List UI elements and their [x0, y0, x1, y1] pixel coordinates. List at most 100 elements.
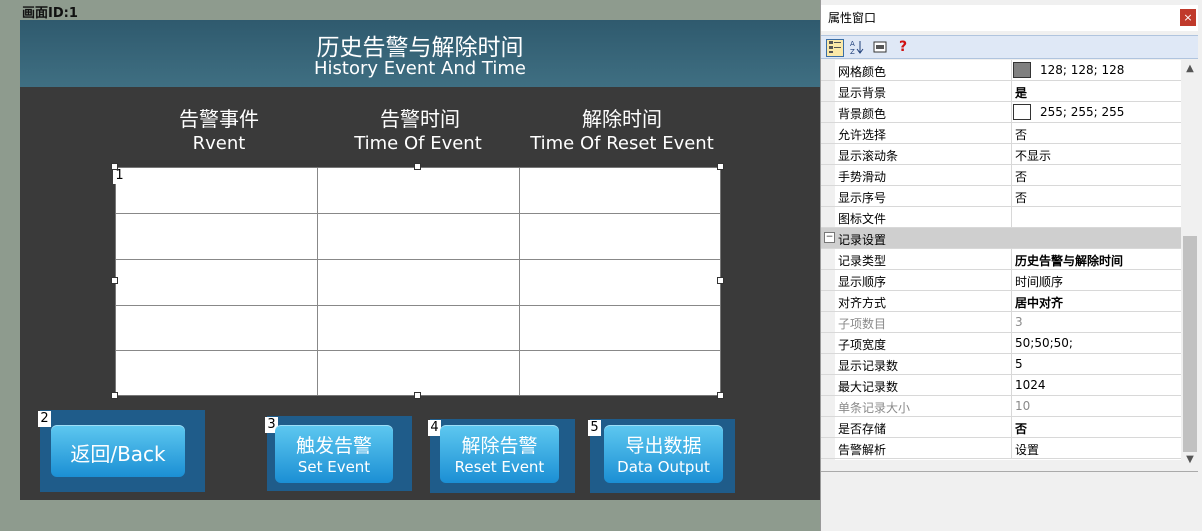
property-row-max-record-count[interactable]: 最大记录数 1024 [821, 375, 1181, 396]
resize-handle[interactable] [414, 392, 421, 399]
sort-alpha-icon[interactable]: AZ [849, 39, 865, 56]
property-row-show-scrollbar[interactable]: 显示滚动条 不显示 [821, 144, 1181, 165]
property-name: 图标文件 [838, 212, 887, 226]
property-name: 显示序号 [838, 191, 887, 205]
property-divider [1011, 291, 1012, 312]
property-divider [1011, 333, 1012, 354]
scroll-up-icon[interactable]: ▲ [1182, 61, 1198, 77]
table-column-divider [519, 168, 520, 395]
property-row-subitem-count[interactable]: 子项数目 3 [821, 312, 1181, 333]
resize-handle[interactable] [717, 392, 724, 399]
resize-handle[interactable] [111, 392, 118, 399]
property-row-display-order[interactable]: 显示顺序 时间顺序 [821, 270, 1181, 291]
property-pages-icon[interactable] [872, 39, 888, 55]
property-description-area [821, 471, 1198, 530]
property-row-alarm-parse[interactable]: 告警解析 设置 [821, 438, 1181, 459]
column-header-time-cn: 告警时间 [380, 107, 460, 131]
property-row-alignment[interactable]: 对齐方式 居中对齐 [821, 291, 1181, 312]
property-row-record-size[interactable]: 单条记录大小 10 [821, 396, 1181, 417]
column-header-time-en: Time Of Event [354, 133, 482, 154]
table-row-divider [116, 259, 720, 260]
property-name: 最大记录数 [838, 380, 899, 394]
property-value: 不显示 [1015, 149, 1052, 163]
property-value: 时间顺序 [1015, 275, 1064, 289]
property-name: 手势滑动 [838, 170, 887, 184]
property-value: 50;50;50; [1015, 336, 1073, 350]
property-row-background-color[interactable]: 背景颜色 255; 255; 255 [821, 102, 1181, 123]
property-divider [1011, 60, 1012, 81]
property-name: 显示滚动条 [838, 149, 899, 163]
property-row-show-index[interactable]: 显示序号 否 [821, 186, 1181, 207]
property-value: 设置 [1015, 443, 1040, 457]
color-swatch [1013, 104, 1031, 120]
back-button[interactable]: 返回/Back [51, 425, 185, 477]
category-label: 记录设置 [838, 233, 887, 247]
property-row-allow-select[interactable]: 允许选择 否 [821, 123, 1181, 144]
scrollbar-thumb[interactable] [1183, 236, 1197, 452]
property-row-icon-file[interactable]: 图标文件 [821, 207, 1181, 228]
resize-handle[interactable] [414, 163, 421, 170]
property-name: 记录类型 [838, 254, 887, 268]
collapse-icon[interactable]: − [824, 232, 835, 243]
screen-title-en: History Event And Time [314, 58, 526, 79]
scroll-down-icon[interactable]: ▼ [1182, 452, 1198, 468]
property-value: 128; 128; 128 [1040, 63, 1125, 77]
event-table[interactable] [115, 167, 721, 396]
property-row-display-record-count[interactable]: 显示记录数 5 [821, 354, 1181, 375]
property-name: 显示背景 [838, 86, 887, 100]
reset-event-label-en: Reset Event [454, 458, 545, 476]
property-row-show-background[interactable]: 显示背景 是 [821, 81, 1181, 102]
data-output-button[interactable]: 导出数据 Data Output [604, 425, 723, 483]
property-grid: 网格颜色 128; 128; 128 显示背景 是 背景颜色 255; 255;… [821, 60, 1181, 460]
property-divider [1011, 81, 1012, 102]
column-header-event-en: Rvent [192, 133, 246, 154]
categorized-icon[interactable] [826, 39, 844, 57]
property-row-subitem-width[interactable]: 子项宽度 50;50;50; [821, 333, 1181, 354]
property-row-save[interactable]: 是否存储 否 [821, 417, 1181, 438]
property-value: 居中对齐 [1015, 296, 1064, 310]
property-divider [1011, 312, 1012, 333]
resize-handle[interactable] [717, 163, 724, 170]
property-value: 1024 [1015, 378, 1046, 392]
property-row-record-type[interactable]: 记录类型 历史告警与解除时间 [821, 249, 1181, 270]
property-name: 背景颜色 [838, 107, 887, 121]
set-event-button[interactable]: 触发告警 Set Event [275, 425, 393, 483]
property-row-grid-color[interactable]: 网格颜色 128; 128; 128 [821, 60, 1181, 81]
set-event-label-en: Set Event [297, 458, 371, 476]
property-divider [1011, 207, 1012, 228]
data-output-label-en: Data Output [617, 458, 710, 476]
property-name: 允许选择 [838, 128, 887, 142]
property-divider [1011, 270, 1012, 291]
property-divider [1011, 354, 1012, 375]
set-event-label-cn: 触发告警 [295, 435, 372, 457]
property-name: 子项宽度 [838, 338, 887, 352]
back-button-index: 2 [38, 411, 51, 427]
close-icon[interactable]: × [1180, 9, 1196, 26]
property-category-record-settings[interactable]: − 记录设置 [821, 228, 1181, 249]
reset-event-label-cn: 解除告警 [461, 435, 538, 457]
resize-handle[interactable] [717, 277, 724, 284]
help-icon[interactable]: ? [895, 39, 911, 55]
property-value: 5 [1015, 357, 1023, 371]
property-name: 显示顺序 [838, 275, 887, 289]
property-value: 255; 255; 255 [1040, 105, 1125, 119]
property-value: 否 [1015, 170, 1028, 184]
svg-text:A: A [850, 40, 855, 48]
data-output-label-cn: 导出数据 [625, 435, 702, 457]
column-header-reset-en: Time Of Reset Event [530, 133, 714, 154]
property-divider [1011, 123, 1012, 144]
property-name: 子项数目 [838, 317, 887, 331]
color-swatch [1013, 62, 1031, 78]
property-row-gesture-scroll[interactable]: 手势滑动 否 [821, 165, 1181, 186]
property-divider [1011, 249, 1012, 270]
property-name: 显示记录数 [838, 359, 899, 373]
property-value: 是 [1015, 86, 1028, 100]
resize-handle[interactable] [111, 277, 118, 284]
property-value: 10 [1015, 399, 1031, 413]
resize-handle[interactable] [111, 163, 118, 170]
property-divider [1011, 417, 1012, 438]
property-divider [1011, 102, 1012, 123]
table-object-index: 1 [113, 168, 126, 184]
reset-event-button[interactable]: 解除告警 Reset Event [440, 425, 559, 483]
property-value: 3 [1015, 315, 1023, 329]
